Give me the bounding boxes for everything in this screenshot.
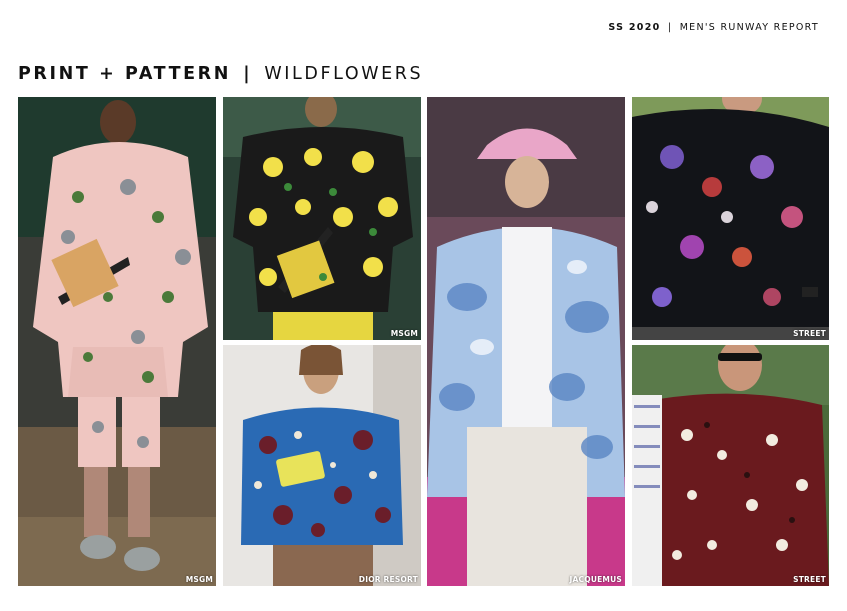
photo-caption: MSGM [185,575,213,584]
header-separator: | [667,22,673,33]
report-name: MEN'S RUNWAY REPORT [679,22,819,33]
photo-caption: JACQUEMUS [569,575,622,584]
photo-caption: DIOR RESORT [358,575,418,584]
page-title: PRINT + PATTERN | WILDFLOWERS [18,64,423,84]
title-category: PRINT + PATTERN [18,64,232,84]
title-theme: WILDFLOWERS [264,64,424,84]
title-separator: | [243,64,253,84]
runway-photo-msgm-yellow-floral: MSGM [223,97,421,340]
runway-photo-msgm-pink-floral: MSGM [18,97,216,586]
street-photo-dark-floral: STREET [632,97,829,340]
photo-caption: STREET [793,575,826,584]
runway-photo-dior-resort-blue-floral: DIOR RESORT [223,345,421,586]
season-label: SS 2020 [608,22,661,33]
street-photo-red-floral: STREET [632,345,829,586]
photo-caption: MSGM [390,329,418,338]
runway-photo-jacquemus-blue-floral: JACQUEMUS [427,97,625,586]
report-header: SS 2020 | MEN'S RUNWAY REPORT [608,22,819,33]
photo-caption: STREET [793,329,826,338]
